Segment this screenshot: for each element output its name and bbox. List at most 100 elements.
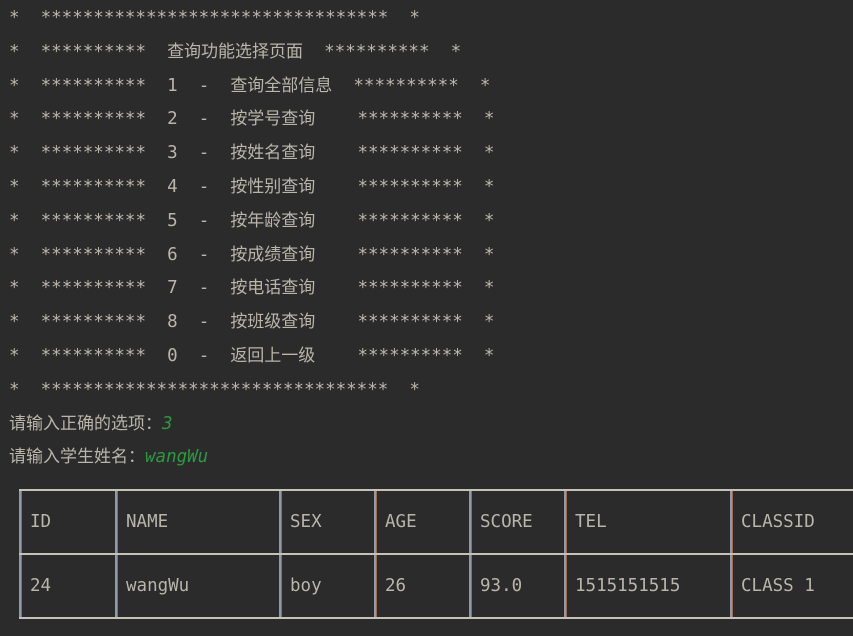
menu-left-star: * xyxy=(9,345,20,366)
menu-right-stars: ********** xyxy=(357,176,463,197)
spacer-a xyxy=(20,42,41,62)
prompt-label-0: 请输入正确的选项： xyxy=(9,413,162,434)
menu-left-star: * xyxy=(9,109,20,130)
menu-item-3[interactable]: * ********** 3 - 按姓名查询 ********** * xyxy=(9,137,494,171)
menu-item-dash: - xyxy=(198,75,210,96)
table-cell-age: 26 xyxy=(374,553,470,619)
menu-item-label-8: 按班级查询 xyxy=(230,312,316,333)
banner-bottom-rule-text: * ********************************* * xyxy=(9,379,420,400)
menu-right-star: * xyxy=(483,278,495,299)
query-result-table: ID NAME SEX AGE SCORE TEL CLASSID 24 wangWu boy 26… xyxy=(19,489,853,619)
prompt-line-0: 请输入正确的选项：3 xyxy=(9,408,494,442)
menu-item-key-8: 8 xyxy=(167,312,178,333)
table-header-name: NAME xyxy=(115,489,280,555)
banner-top-rule: * ********************************* * xyxy=(9,2,494,36)
prompt-input-value-1[interactable]: wangWu xyxy=(145,447,208,467)
banner-title-left-stars: ********** xyxy=(40,41,146,62)
menu-left-star: * xyxy=(9,278,20,299)
menu-right-stars: ********** xyxy=(357,345,463,366)
table-row: 24 wangWu boy 26 93.0 1515151515 CLASS 1 xyxy=(19,553,853,619)
table-header-row: ID NAME SEX AGE SCORE TEL CLASSID xyxy=(19,489,853,555)
menu-item-6[interactable]: * ********** 6 - 按成绩查询 ********** * xyxy=(9,239,494,273)
prompt-input-value-0[interactable]: 3 xyxy=(162,414,173,434)
menu-item-dash: - xyxy=(198,345,210,366)
table-header-sex: SEX xyxy=(279,489,375,555)
menu-item-7[interactable]: * ********** 7 - 按电话查询 ********** * xyxy=(9,272,494,306)
menu-item-5[interactable]: * ********** 5 - 按年龄查询 ********** * xyxy=(9,205,494,239)
menu-left-star: * xyxy=(9,312,20,333)
menu-item-dash: - xyxy=(198,210,210,231)
menu-item-0[interactable]: * ********** 0 - 返回上一级 ********** * xyxy=(9,340,494,374)
menu-item-label-0: 返回上一级 xyxy=(230,345,316,366)
menu-item-8[interactable]: * ********** 8 - 按班级查询 ********** * xyxy=(9,306,494,340)
table-header-id: ID xyxy=(19,489,116,555)
menu-left-star: * xyxy=(9,210,20,231)
table-header-score: SCORE xyxy=(469,489,565,555)
menu-item-dash: - xyxy=(198,143,210,164)
menu-right-stars: ********** xyxy=(353,75,459,96)
menu-item-1[interactable]: * ********** 1 - 查询全部信息 ********** * xyxy=(9,70,494,104)
table-cell-sex: boy xyxy=(279,553,375,619)
menu-left-stars: ********** xyxy=(40,312,146,333)
menu-item-key-4: 4 xyxy=(167,176,178,197)
menu-item-label-2: 按学号查询 xyxy=(230,109,316,130)
menu-right-stars: ********** xyxy=(357,312,463,333)
table-header-age: AGE xyxy=(374,489,470,555)
prompt-label-1: 请输入学生姓名： xyxy=(9,447,145,468)
menu-item-key-1: 1 xyxy=(167,75,178,96)
banner-title-text: 查询功能选择页面 xyxy=(167,41,304,62)
menu-item-key-6: 6 xyxy=(167,244,178,265)
menu-right-star: * xyxy=(483,143,495,164)
menu-item-label-5: 按年龄查询 xyxy=(230,210,316,231)
menu-item-list: * ********** 1 - 查询全部信息 ********** * * **… xyxy=(9,70,494,374)
menu-item-key-2: 2 xyxy=(167,109,178,130)
terminal-window: * ********************************* * * … xyxy=(0,0,853,636)
menu-right-stars: ********** xyxy=(357,143,463,164)
menu-left-stars: ********** xyxy=(40,345,146,366)
banner-title-right-star: * xyxy=(450,41,462,62)
prompt-line-1: 请输入学生姓名：wangWu xyxy=(9,441,494,475)
menu-item-4[interactable]: * ********** 4 - 按性别查询 ********** * xyxy=(9,171,494,205)
spacer-b xyxy=(146,42,167,62)
menu-right-star: * xyxy=(483,312,495,333)
menu-item-label-6: 按成绩查询 xyxy=(230,244,316,265)
table-cell-id: 24 xyxy=(19,553,116,619)
menu-banner: * ********************************* * * … xyxy=(0,0,494,475)
menu-item-key-3: 3 xyxy=(167,143,178,164)
menu-item-2[interactable]: * ********** 2 - 按学号查询 ********** * xyxy=(9,103,494,137)
menu-right-stars: ********** xyxy=(357,109,463,130)
menu-item-key-7: 7 xyxy=(167,278,178,299)
